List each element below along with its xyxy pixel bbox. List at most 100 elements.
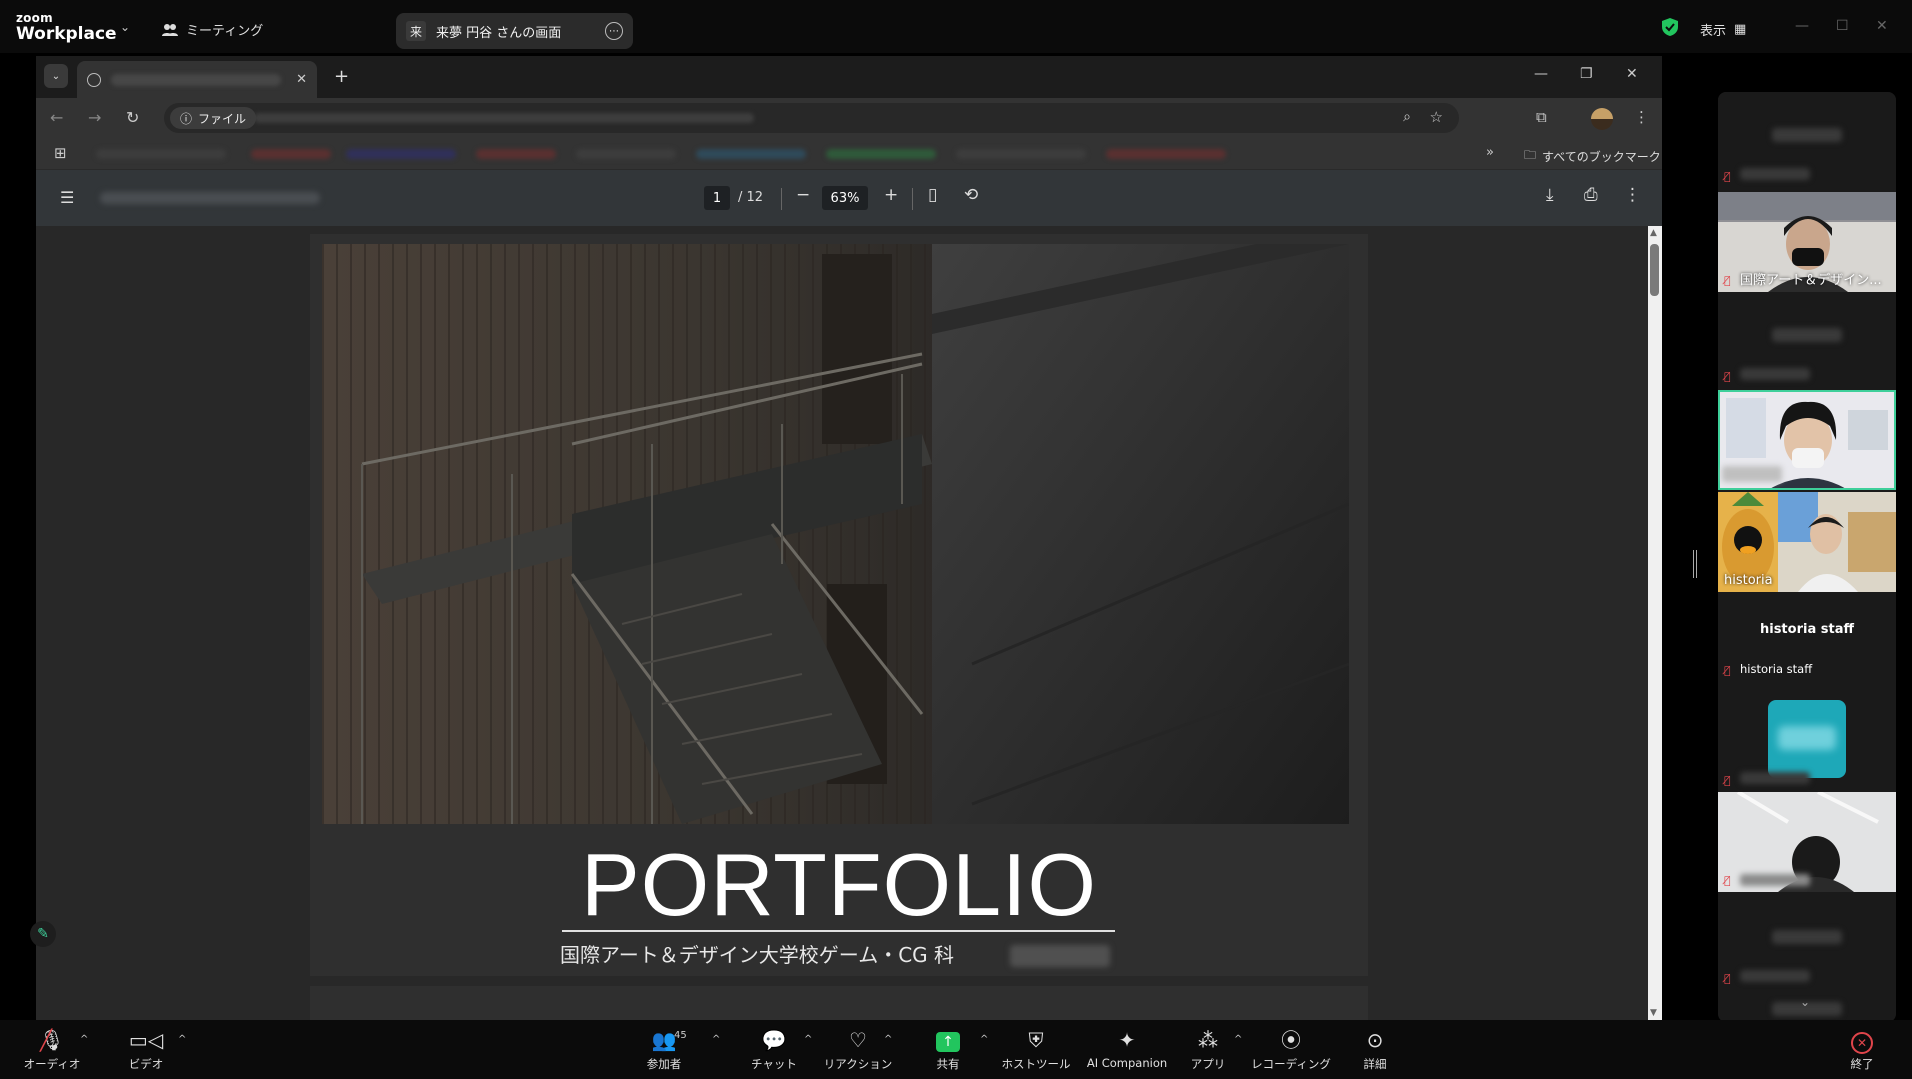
participants-icon: 👥 45 [624,1026,704,1054]
host-tools-button[interactable]: ⛨ ホストツール [996,1026,1076,1072]
ai-companion-button[interactable]: ✦ AI Companion [1082,1026,1172,1070]
participant-video-tile[interactable]: 🎙̸ 国際アート＆デザイン... [1718,192,1896,292]
zoom-in-icon[interactable]: + [884,185,898,205]
view-label: 表示 [1700,24,1727,39]
fit-page-icon[interactable]: ▯ [928,185,937,205]
browser-menu-icon[interactable]: ⋮ [1634,108,1649,126]
audio-label: オーディオ [23,1057,81,1071]
muted-mic-icon: 🎙̸ [1724,874,1731,887]
meeting-label: ミーティング [186,24,264,39]
cover-subtitle: 国際アート＆デザイン大学校ゲーム・CG 科 [560,943,955,967]
share-button[interactable]: ↑ 共有 [908,1026,988,1072]
active-speaker-video-tile[interactable] [1718,390,1896,490]
bookmark-item[interactable] [696,149,806,159]
rotate-icon[interactable]: ⟲ [964,185,978,205]
participants-options-chevron-icon[interactable]: ^ [712,1034,720,1045]
profile-avatar[interactable] [1591,108,1613,130]
video-options-chevron-icon[interactable]: ^ [178,1034,186,1045]
participant-tile[interactable]: 🎙̸ [1718,292,1896,392]
reload-icon[interactable]: ↻ [126,108,139,127]
bookmark-item[interactable] [576,149,676,159]
apps-options-chevron-icon[interactable]: ^ [1234,1034,1242,1045]
apps-grid-icon[interactable]: ⊞ [54,144,67,162]
more-bookmarks-icon[interactable]: » [1486,145,1494,160]
muted-mic-icon: 🎙̸ [1724,274,1731,287]
participant-video-tile[interactable]: historia [1718,492,1896,592]
video-button[interactable]: ▭◁ ビデオ [106,1026,186,1072]
participant-video-tile[interactable]: 🎙̸ [1718,792,1896,892]
page-number-input[interactable]: 1 [704,186,730,210]
pdf-document-area[interactable]: PORTFOLIO 国際アート＆デザイン大学校ゲーム・CG 科 [36,226,1648,1020]
address-bar[interactable]: ⓘ ファイル ⌕ ☆ [164,103,1459,133]
chat-button[interactable]: 💬 チャット [734,1026,814,1072]
back-icon[interactable]: ← [50,108,63,127]
browser-close-icon[interactable]: ✕ [1626,66,1638,82]
pdf-more-icon[interactable]: ⋮ [1624,185,1641,205]
browser-minimize-icon[interactable]: — [1534,66,1548,82]
browser-tab[interactable]: ✕ [77,61,317,98]
share-options-chevron-icon[interactable]: ^ [980,1034,988,1045]
screen-share-indicator[interactable]: 来 来夢 円谷 さんの画面 ⋯ [396,13,633,49]
bookmark-item[interactable] [251,149,331,159]
tab-close-icon[interactable]: ✕ [296,72,307,87]
bookmark-item[interactable] [826,149,936,159]
participant-name-redacted [1772,930,1842,944]
participant-tile[interactable]: 🎙̸ [1718,692,1896,792]
annotate-pen-icon[interactable]: ✎ [30,921,56,947]
new-tab-icon[interactable]: + [334,66,349,87]
bookmark-item[interactable] [346,149,456,159]
audio-options-chevron-icon[interactable]: ^ [80,1034,88,1045]
app-menu-chevron-icon[interactable]: ⌄ [120,20,130,34]
record-label: レコーディング [1251,1057,1331,1071]
zoom-magnifier-icon[interactable]: ⌕ [1403,109,1411,125]
participants-button[interactable]: 👥 45 参加者 [624,1026,704,1072]
participant-tile[interactable]: 🎙̸ [1718,892,1896,992]
site-info-chip[interactable]: ⓘ ファイル [170,107,257,129]
audio-button[interactable]: 🎙 ╱ オーディオ [12,1026,92,1072]
bookmark-item[interactable] [96,149,226,159]
maximize-icon[interactable]: ☐ [1836,18,1849,34]
zoom-out-icon[interactable]: − [796,185,810,205]
participant-tile[interactable]: historia staff 🎙̸ historia staff [1718,592,1896,692]
reactions-button[interactable]: ♡ リアクション [818,1026,898,1072]
encryption-shield-icon[interactable] [1662,18,1678,36]
bookmark-star-icon[interactable]: ☆ [1430,108,1443,126]
forward-icon[interactable]: → [88,108,101,127]
view-menu[interactable]: 表示 ▦ [1700,20,1746,39]
scroll-thumb[interactable] [1650,244,1659,296]
download-icon[interactable]: ⤓ [1546,185,1554,205]
muted-mic-icon: 🎙̸ [1724,664,1731,677]
apps-button[interactable]: ⁂ アプリ [1168,1026,1248,1072]
share-label: 共有 [936,1057,960,1071]
gallery-scroll-down-icon[interactable]: ⌄ [1800,995,1810,1009]
tab-search-icon[interactable]: ⌄ [44,64,68,88]
extensions-icon[interactable]: ⧉ [1536,108,1547,126]
browser-restore-icon[interactable]: ❐ [1580,66,1593,82]
bookmark-item[interactable] [1106,149,1226,159]
bookmark-item[interactable] [476,149,556,159]
more-options-icon[interactable]: ⋯ [605,22,623,40]
end-meeting-button[interactable]: ✕ 終了 [1822,1026,1902,1072]
participant-name-redacted [1772,128,1842,142]
participant-tile[interactable]: 🎙̸ [1718,92,1896,192]
record-button[interactable]: ⦿ レコーディング [1251,1026,1331,1072]
meeting-tab[interactable]: ミーティング [162,20,263,39]
reactions-options-chevron-icon[interactable]: ^ [884,1034,892,1045]
scroll-down-icon[interactable]: ▼ [1650,1008,1657,1018]
title-underline [562,930,1115,932]
all-bookmarks[interactable]: 🗀 すべてのブックマーク [1524,146,1661,167]
pdf-scrollbar[interactable]: ▲ ▼ [1648,226,1662,1020]
more-button[interactable]: ⊙ 詳細 [1335,1026,1415,1072]
reactions-label: リアクション [823,1057,893,1071]
close-icon[interactable]: ✕ [1876,18,1888,34]
print-icon[interactable]: ⎙ [1584,185,1598,205]
scroll-up-icon[interactable]: ▲ [1650,228,1657,238]
pdf-toolbar: ☰ 1 / 12 − 63% + ▯ ⟲ ⤓ ⎙ ⋮ [36,170,1662,226]
pdf-sidebar-menu-icon[interactable]: ☰ [60,188,74,207]
bookmark-item[interactable] [956,149,1086,159]
folder-icon: 🗀 [1524,148,1537,162]
zoom-level-input[interactable]: 63% [822,186,868,210]
chat-options-chevron-icon[interactable]: ^ [804,1034,812,1045]
minimize-icon[interactable]: — [1795,18,1809,34]
panel-resize-handle[interactable] [1693,550,1697,578]
